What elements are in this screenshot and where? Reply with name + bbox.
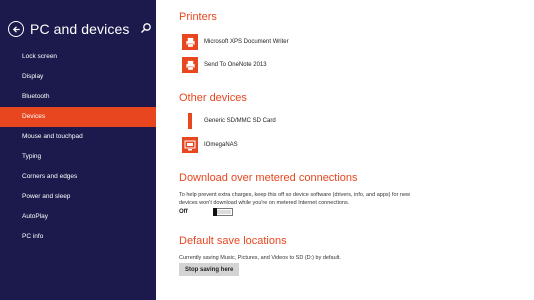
sidebar-item-power-and-sleep[interactable]: Power and sleep xyxy=(0,187,156,207)
device-item-xps-writer[interactable]: Microsoft XPS Document Writer xyxy=(182,34,289,50)
sd-card-icon xyxy=(182,113,198,129)
search-icon[interactable] xyxy=(140,22,152,34)
device-label: Microsoft XPS Document Writer xyxy=(204,39,289,45)
device-label: IOmegaNAS xyxy=(204,142,238,148)
sidebar-item-devices[interactable]: Devices xyxy=(0,107,156,127)
device-item-onenote[interactable]: Send To OneNote 2013 xyxy=(182,57,267,73)
device-item-iomeganas[interactable]: IOmegaNAS xyxy=(182,137,238,153)
sidebar-item-corners-and-edges[interactable]: Corners and edges xyxy=(0,167,156,187)
sidebar-header: PC and devices xyxy=(8,18,129,40)
back-button[interactable] xyxy=(8,21,24,37)
sidebar-item-typing[interactable]: Typing xyxy=(0,147,156,167)
stop-saving-here-button[interactable]: Stop saving here xyxy=(179,263,240,276)
device-item-sd-card[interactable]: Generic SD/MMC SD Card xyxy=(182,113,276,129)
save-locations-description: Currently saving Music, Pictures, and Vi… xyxy=(179,255,341,261)
sidebar: PC and devices Lock screen Display Bluet… xyxy=(0,0,156,300)
device-label: Send To OneNote 2013 xyxy=(204,62,267,68)
sidebar-title: PC and devices xyxy=(30,21,130,37)
nas-icon xyxy=(182,137,198,153)
toggle-track xyxy=(216,210,231,214)
printer-icon xyxy=(182,34,198,50)
metered-toggle-row: Off xyxy=(179,208,233,216)
sidebar-item-bluetooth[interactable]: Bluetooth xyxy=(0,87,156,107)
printer-icon xyxy=(182,57,198,73)
device-label: Generic SD/MMC SD Card xyxy=(204,118,276,124)
sidebar-item-mouse-and-touchpad[interactable]: Mouse and touchpad xyxy=(0,127,156,147)
other-devices-heading: Other devices xyxy=(179,92,247,104)
metered-toggle-label: Off xyxy=(179,209,188,215)
sidebar-item-display[interactable]: Display xyxy=(0,67,156,87)
toggle-thumb xyxy=(213,208,217,216)
metered-heading: Download over metered connections xyxy=(179,172,358,184)
back-arrow-icon xyxy=(12,25,20,33)
sidebar-item-autoplay[interactable]: AutoPlay xyxy=(0,207,156,227)
main-content: Printers Microsoft XPS Document Writer S… xyxy=(156,0,534,300)
metered-toggle[interactable] xyxy=(213,208,233,216)
metered-description: To help prevent extra charges, keep this… xyxy=(179,192,411,206)
printers-heading: Printers xyxy=(179,11,217,23)
sidebar-item-pc-info[interactable]: PC info xyxy=(0,227,156,247)
sidebar-item-lock-screen[interactable]: Lock screen xyxy=(0,47,156,67)
save-locations-heading: Default save locations xyxy=(179,235,287,247)
sidebar-nav: Lock screen Display Bluetooth Devices Mo… xyxy=(0,47,156,247)
